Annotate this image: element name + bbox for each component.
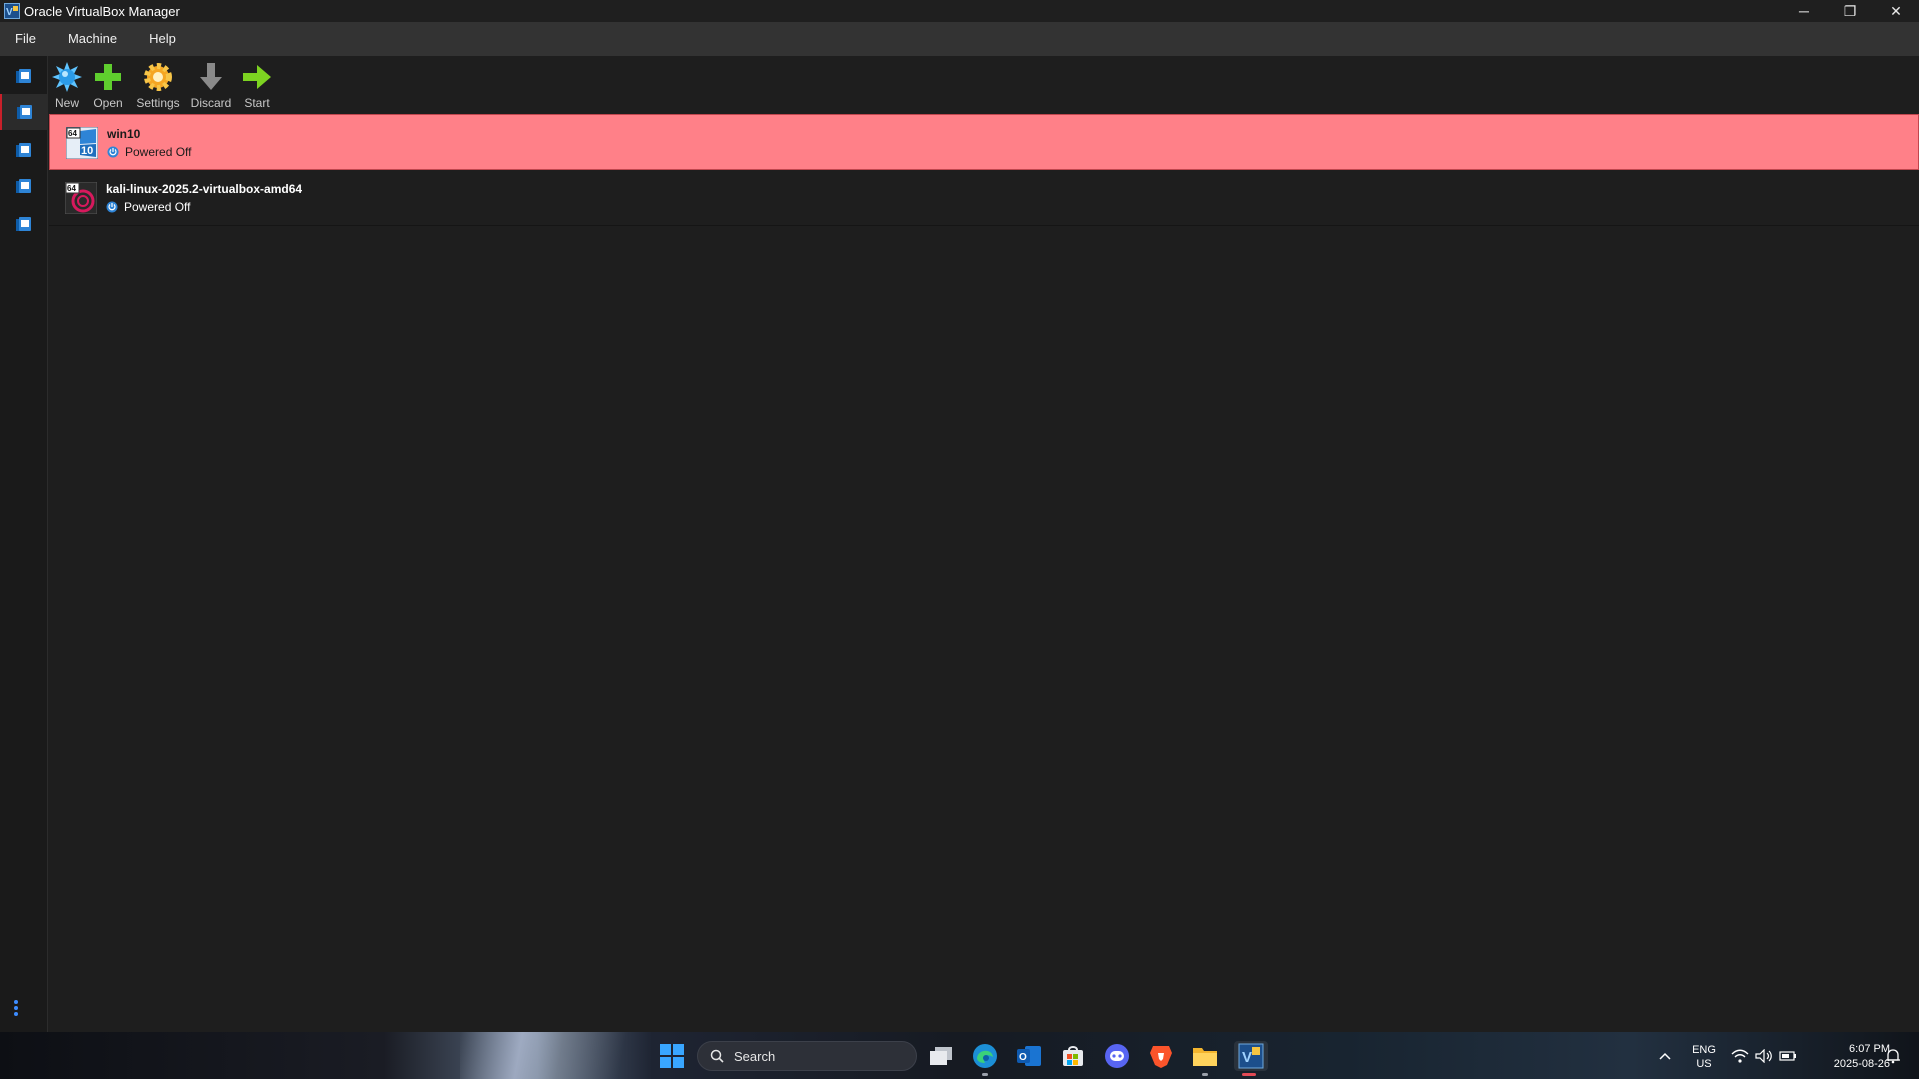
vm-list: 64 10 win10 Powered Off 64 kali-linux-20… <box>49 114 1919 226</box>
new-button[interactable]: New <box>49 56 85 114</box>
gear-icon <box>141 60 175 94</box>
window-controls: ─ ❐ ✕ <box>1781 0 1919 22</box>
plus-icon <box>91 60 125 94</box>
machines-tool-button[interactable] <box>0 94 48 130</box>
taskbar-search-box[interactable]: Search <box>697 1041 917 1071</box>
task-view-icon[interactable] <box>926 1041 956 1071</box>
menu-help[interactable]: Help <box>133 22 192 56</box>
svg-text:V: V <box>6 7 13 18</box>
windows10-os-icon: 64 10 <box>65 126 99 160</box>
activities-tool-button[interactable] <box>0 206 48 242</box>
virtualbox-app-icon: V <box>4 3 20 19</box>
menu-machine[interactable]: Machine <box>52 22 133 56</box>
minimize-button[interactable]: ─ <box>1781 0 1827 22</box>
vm-state-label: Powered Off <box>124 200 191 214</box>
taskbar-clock[interactable]: 6:07 PM 2025-08-26 <box>1808 1042 1890 1072</box>
discard-button[interactable]: Discard <box>185 56 237 114</box>
battery-icon[interactable] <box>1776 1041 1800 1071</box>
notification-bell-icon[interactable] <box>1880 1041 1906 1071</box>
settings-button[interactable]: Settings <box>131 56 185 114</box>
activities-icon <box>16 216 32 232</box>
os-badge-text: 64 <box>67 184 76 193</box>
clock-time: 6:07 PM <box>1849 1043 1890 1055</box>
vm-name: kali-linux-2025.2-virtualbox-amd64 <box>106 182 303 196</box>
volume-icon[interactable] <box>1752 1041 1776 1071</box>
wifi-icon[interactable] <box>1728 1041 1752 1071</box>
os-version-text: 10 <box>81 145 93 157</box>
microsoft-store-icon[interactable] <box>1058 1041 1088 1071</box>
vm-state-label: Powered Off <box>125 145 192 159</box>
window-title: Oracle VirtualBox Manager <box>24 3 180 19</box>
settings-label: Settings <box>136 96 180 110</box>
restore-button[interactable]: ❐ <box>1827 0 1873 22</box>
vm-name: win10 <box>107 127 141 141</box>
outlook-icon[interactable]: O <box>1014 1041 1044 1071</box>
search-icon <box>710 1049 724 1063</box>
language-code: ENG <box>1692 1044 1716 1056</box>
vm-item-kali[interactable]: 64 kali-linux-2025.2-virtualbox-amd64 Po… <box>49 170 1919 226</box>
tools-sidebar <box>0 56 48 1032</box>
extensions-icon <box>16 178 32 194</box>
welcome-icon <box>16 68 32 84</box>
virtualbox-taskbar-icon[interactable]: V <box>1234 1041 1268 1076</box>
svg-text:V: V <box>1242 1049 1252 1066</box>
file-explorer-icon[interactable] <box>1190 1041 1220 1076</box>
media-icon <box>16 142 32 158</box>
os-badge-text: 64 <box>68 129 77 138</box>
edge-browser-icon[interactable] <box>970 1041 1000 1076</box>
wallpaper-streak <box>460 1032 660 1079</box>
open-button[interactable]: Open <box>85 56 131 114</box>
powered-off-icon <box>106 201 118 213</box>
more-options-icon[interactable] <box>14 1000 18 1016</box>
brave-browser-icon[interactable] <box>1146 1041 1176 1071</box>
vm-state: Powered Off <box>106 200 190 214</box>
search-placeholder: Search <box>734 1048 776 1064</box>
down-arrow-icon <box>194 60 228 94</box>
show-hidden-icons-chevron-icon[interactable] <box>1650 1041 1680 1071</box>
language-indicator[interactable]: ENG US <box>1686 1043 1722 1071</box>
media-tool-button[interactable] <box>0 132 48 168</box>
vm-state: Powered Off <box>107 145 191 159</box>
windows-start-icon[interactable] <box>660 1044 684 1068</box>
menu-bar: File Machine Help <box>0 22 1919 56</box>
discard-label: Discard <box>190 96 232 110</box>
right-arrow-icon <box>240 60 274 94</box>
machines-icon <box>17 104 33 120</box>
clock-date: 2025-08-26 <box>1833 1058 1890 1070</box>
debian-os-icon: 64 <box>64 181 98 215</box>
new-label: New <box>54 96 79 110</box>
menu-file[interactable]: File <box>0 22 52 56</box>
start-label: Start <box>244 96 270 110</box>
svg-text:O: O <box>1019 1052 1027 1063</box>
welcome-tool-button[interactable] <box>0 58 48 94</box>
new-starburst-icon <box>50 60 84 94</box>
extensions-tool-button[interactable] <box>0 168 48 204</box>
region-code: US <box>1696 1058 1712 1070</box>
powered-off-icon <box>107 146 119 158</box>
discord-icon[interactable] <box>1102 1041 1132 1071</box>
windows-taskbar: Search O V ENG US 6:07 PM 2025-08-26 <box>0 1032 1919 1079</box>
start-button[interactable]: Start <box>237 56 277 114</box>
main-toolbar: New Open Settings Discard Start <box>49 56 277 114</box>
open-label: Open <box>93 96 123 110</box>
close-button[interactable]: ✕ <box>1873 0 1919 22</box>
vm-item-win10[interactable]: 64 10 win10 Powered Off <box>49 114 1919 170</box>
title-bar: V Oracle VirtualBox Manager ─ ❐ ✕ <box>0 0 1919 22</box>
